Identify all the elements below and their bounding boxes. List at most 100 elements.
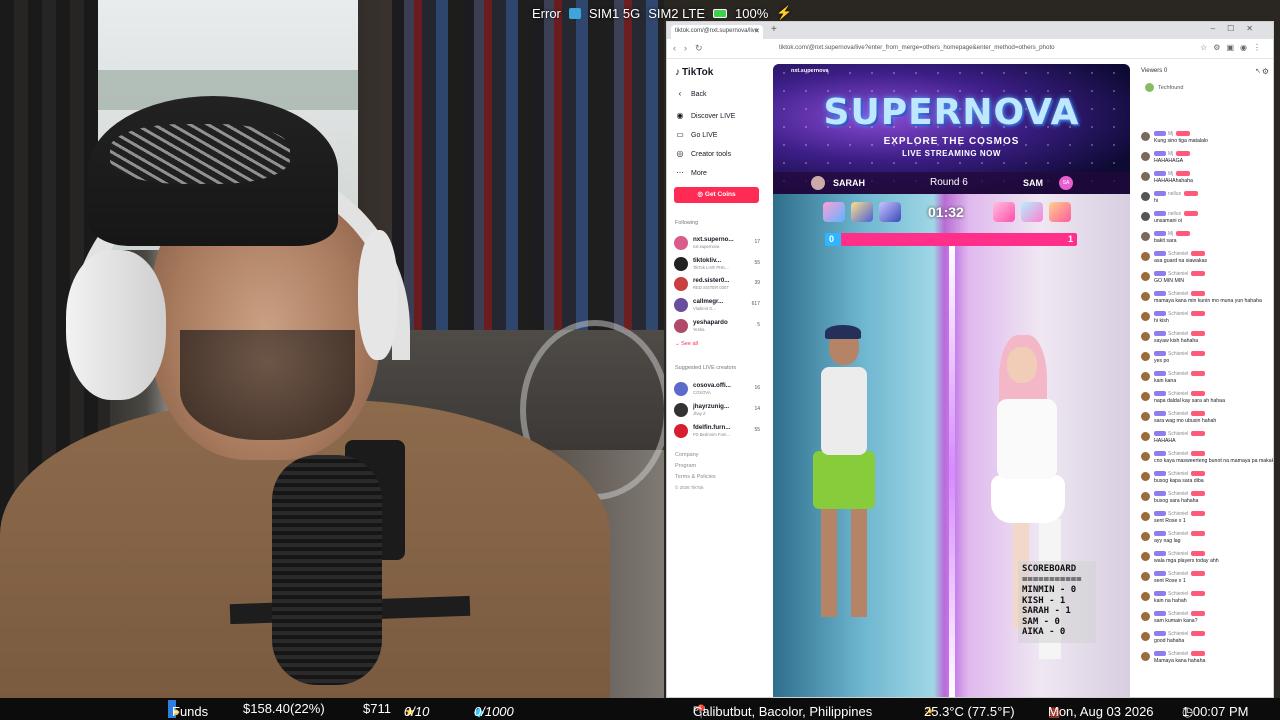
gift-icon <box>1021 202 1043 222</box>
username-text: Schieniel <box>1168 551 1189 557</box>
close-tab-icon[interactable]: ✕ <box>754 27 760 35</box>
nav-more[interactable]: ⋯ More <box>675 168 707 178</box>
location: 📍 Calibutbut, Bacolor, Philippines PH <box>693 701 872 719</box>
chat-username[interactable]: Mj <box>1154 171 1191 177</box>
viewer-count: 39 <box>754 280 760 286</box>
username-text: Schieniel <box>1168 371 1189 377</box>
nav-buttons[interactable]: ‹›↻ <box>673 43 711 54</box>
browser-tab[interactable]: tiktok.com/@nxt.supernova/live ✕ <box>671 25 763 39</box>
footer-company[interactable]: Company <box>675 452 699 458</box>
settings-icon[interactable]: ⚙ <box>1262 67 1269 76</box>
chat-username[interactable]: Schieniel <box>1154 651 1206 657</box>
fan-badge-icon <box>1191 351 1206 357</box>
get-coins-button[interactable]: ◎ Get Coins <box>674 187 759 203</box>
nav-creator-tools[interactable]: ◎ Creator tools <box>675 149 732 159</box>
chat-text: HAHAHAGA <box>1154 158 1184 164</box>
avatar <box>1141 552 1150 561</box>
live-video[interactable]: nxt.supernova SUPERNOVA EXPLORE THE COSM… <box>773 64 1130 697</box>
fan-badge-icon <box>1191 291 1206 297</box>
chat-username[interactable]: Schieniel <box>1154 571 1206 577</box>
window-controls[interactable]: –☐✕ <box>1211 24 1265 33</box>
footer-program[interactable]: Program <box>675 463 696 469</box>
username-text: Schieniel <box>1168 431 1189 437</box>
toolbar-icons[interactable]: ☆⚙▣◉⋮ <box>1200 43 1267 52</box>
get-coins-label: Get Coins <box>704 191 736 198</box>
chat-username[interactable]: Schieniel <box>1154 431 1206 437</box>
see-all-link[interactable]: ⌄ See all <box>675 341 698 347</box>
chat-username[interactable]: Schieniel <box>1154 251 1206 257</box>
chat-username[interactable]: Mj <box>1154 151 1191 157</box>
chat-text: sent Rose x 1 <box>1154 578 1186 584</box>
viewer-count: 617 <box>751 301 760 307</box>
avatar <box>674 424 688 438</box>
face <box>1007 347 1037 383</box>
fan-badge-icon <box>1191 251 1206 257</box>
following-account[interactable]: tiktokliv... TikTok LIVE PHIL... 55 <box>674 256 760 274</box>
fan-badge-icon <box>1191 511 1206 517</box>
fan-badge-icon <box>1191 391 1206 397</box>
suggested-account[interactable]: jhayrzunig... Jhay Z 14 <box>674 402 760 420</box>
avatar <box>1141 312 1150 321</box>
avatar <box>1141 532 1150 541</box>
chat-username[interactable]: Schieniel <box>1154 451 1206 457</box>
chat-text: ayy nag lag <box>1154 538 1181 544</box>
chat-username[interactable]: Schieniel <box>1154 291 1206 297</box>
chat-username[interactable]: Schieniel <box>1154 611 1206 617</box>
footer-terms[interactable]: Terms & Policies <box>675 474 716 480</box>
chat-username[interactable]: Schieniel <box>1154 271 1206 277</box>
url-field[interactable]: tiktok.com/@nxt.supernova/live?enter_fro… <box>779 44 1055 51</box>
chat-username[interactable]: Schieniel <box>1154 631 1206 637</box>
suggested-account[interactable]: fdelfin.furn... FD Bedroom Furn... 55 <box>674 423 760 441</box>
chat-username[interactable]: Schieniel <box>1154 371 1206 377</box>
tiktok-logo[interactable]: ♪ TikTok <box>675 67 713 78</box>
account-sub: RED SISTER 0307 <box>693 285 729 290</box>
chat-username[interactable]: Schieniel <box>1154 591 1206 597</box>
chat-username[interactable]: Mj <box>1154 231 1191 237</box>
account-sub: Jhay Z <box>693 411 706 416</box>
suggested-account[interactable]: cosova.offi... COSOVA 16 <box>674 381 760 399</box>
chat-username[interactable]: Mj <box>1154 131 1191 137</box>
webcam-feed <box>0 0 664 698</box>
following-account[interactable]: yeshapardo Yesha 5 <box>674 318 760 336</box>
new-tab-icon[interactable]: + <box>771 24 777 35</box>
gift-row-right <box>993 202 1081 224</box>
top-viewer[interactable]: Techfound <box>1145 83 1183 92</box>
chat-username[interactable]: Schieniel <box>1154 331 1206 337</box>
account-name: red.sister0... <box>693 277 730 284</box>
level-badge-icon <box>1154 311 1166 317</box>
nav-discover-live[interactable]: ◉ Discover LIVE <box>675 111 736 121</box>
nav-label: Go LIVE <box>691 131 718 139</box>
nav-back[interactable]: ‹ Back <box>675 89 707 99</box>
account-name: cosova.offi... <box>693 382 731 389</box>
username-text: Schieniel <box>1168 311 1189 317</box>
round-bar: SARAH Round 6 SAM SA <box>773 172 1130 194</box>
chat-username[interactable]: Schieniel <box>1154 391 1206 397</box>
following-account[interactable]: callmegr... Vladimir G... 617 <box>674 297 760 315</box>
amount: $711 <box>363 701 391 716</box>
chat-username[interactable]: nellux <box>1154 191 1199 197</box>
gift-icon <box>851 202 873 222</box>
chat-username[interactable]: nellux <box>1154 211 1199 217</box>
chat-username[interactable]: Schieniel <box>1154 411 1206 417</box>
level-badge-icon <box>1154 571 1166 577</box>
chat-username[interactable]: Schieniel <box>1154 471 1206 477</box>
banner-title: SUPERNOVA <box>823 92 1080 133</box>
chat-username[interactable]: Schieniel <box>1154 551 1206 557</box>
chat-text: sara wag mo ubusin hahah <box>1154 418 1217 424</box>
nav-label: Back <box>691 90 707 98</box>
tools-icon: ◎ <box>676 149 684 158</box>
username-text: nellux <box>1168 191 1182 197</box>
chat-username[interactable]: Schieniel <box>1154 491 1206 497</box>
nav-label: Creator tools <box>691 150 732 158</box>
chat-username[interactable]: Schieniel <box>1154 351 1206 357</box>
host-name[interactable]: nxt.supernova <box>791 68 829 74</box>
following-account[interactable]: nxt.superno... nxt.supernova 17 <box>674 235 760 253</box>
viewers-count[interactable]: Viewers 0 <box>1141 68 1167 74</box>
chat-username[interactable]: Schieniel <box>1154 511 1206 517</box>
chat-text: hi kish <box>1154 318 1169 324</box>
following-account[interactable]: red.sister0... RED SISTER 0307 39 <box>674 276 760 294</box>
chat-username[interactable]: Schieniel <box>1154 311 1206 317</box>
avatar <box>1141 372 1150 381</box>
chat-username[interactable]: Schieniel <box>1154 531 1206 537</box>
nav-go-live[interactable]: ▭ Go LIVE <box>675 130 717 140</box>
